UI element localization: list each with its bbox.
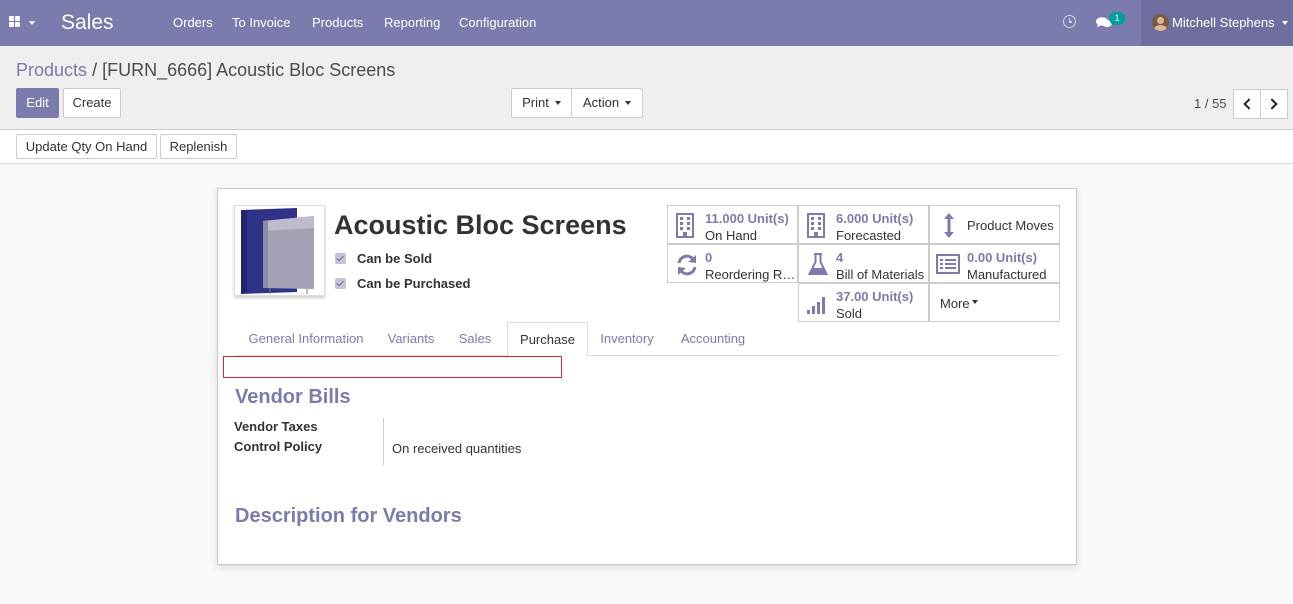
menu-products[interactable]: Products (312, 15, 363, 30)
vendor-bills-title: Vendor Bills (235, 386, 351, 408)
manufactured-value: 0.00 Unit(s) (967, 250, 1038, 265)
building-icon (676, 213, 694, 238)
on-hand-value: 11.000 Unit(s) (705, 211, 789, 226)
menu-configuration[interactable]: Configuration (459, 15, 536, 30)
product-moves-button[interactable]: Product Moves (929, 205, 1060, 244)
product-image[interactable] (234, 205, 325, 296)
vendor-taxes-label: Vendor Taxes (234, 419, 318, 434)
activity-clock-icon[interactable] (1063, 15, 1076, 28)
action-label: Action (582, 95, 620, 110)
breadcrumb-products-link[interactable]: Products (16, 60, 87, 80)
breadcrumb: Products / [FURN_6666] Acoustic Bloc Scr… (16, 60, 395, 81)
tab-sales[interactable]: Sales (446, 322, 504, 356)
pager-next-button[interactable] (1260, 89, 1288, 119)
refresh-icon (677, 254, 697, 276)
action-dropdown[interactable]: Action (571, 88, 643, 118)
print-dropdown[interactable]: Print (511, 88, 572, 118)
reordering-value: 0 (705, 250, 713, 265)
breadcrumb-current: [FURN_6666] Acoustic Bloc Screens (102, 60, 396, 80)
notebook-tabs: General Information Variants Sales Purch… (234, 322, 1060, 357)
vertical-arrows-icon (944, 213, 954, 238)
can-be-sold-checkbox[interactable] (335, 253, 346, 264)
control-policy-field[interactable]: On received quantities (392, 441, 521, 456)
update-qty-on-hand-button[interactable]: Update Qty On Hand (16, 134, 157, 159)
user-menu[interactable]: Mitchell Stephens (1141, 0, 1293, 46)
on-hand-button[interactable]: 11.000 Unit(s) On Hand (667, 205, 798, 244)
user-name: Mitchell Stephens (1172, 15, 1275, 30)
more-label: More (940, 296, 978, 311)
on-hand-label: On Hand (705, 228, 758, 243)
reordering-rules-button[interactable]: 0 Reordering R… (667, 244, 798, 283)
tab-accounting[interactable]: Accounting (666, 322, 760, 356)
pager-value[interactable]: 1 / 55 (1194, 96, 1227, 111)
chevron-down-icon (971, 299, 978, 304)
tab-general-information[interactable]: General Information (236, 322, 376, 356)
list-alt-icon (936, 254, 960, 274)
app-name[interactable]: Sales (61, 11, 114, 35)
form-statusbar: Update Qty On Hand Replenish (0, 130, 1293, 164)
chevron-right-icon (1266, 98, 1278, 110)
bom-label: Bill of Materials (836, 267, 925, 282)
menu-reporting[interactable]: Reporting (384, 15, 440, 30)
sold-button[interactable]: 37.00 Unit(s) Sold (798, 283, 929, 322)
signal-bars-icon (807, 297, 825, 314)
forecasted-value: 6.000 Unit(s) (836, 211, 914, 226)
tab-inventory[interactable]: Inventory (588, 322, 666, 356)
menu-to-invoice[interactable]: To Invoice (232, 15, 291, 30)
flask-icon (808, 253, 828, 275)
sold-label: Sold (836, 306, 863, 321)
chevron-down-icon (625, 100, 632, 105)
forecasted-label: Forecasted (836, 228, 902, 243)
apps-menu-icon[interactable] (9, 16, 39, 30)
bom-value: 4 (836, 250, 844, 265)
reordering-label: Reordering R… (705, 267, 796, 282)
highlight-box (223, 356, 562, 378)
chat-count-badge: 1 (1109, 12, 1125, 25)
chevron-down-icon (554, 100, 561, 105)
control-policy-label: Control Policy (234, 439, 323, 454)
avatar (1152, 14, 1169, 31)
more-dropdown[interactable]: More (929, 283, 1060, 322)
manufactured-label: Manufactured (967, 267, 1047, 282)
product-title: Acoustic Bloc Screens (334, 210, 627, 240)
tab-purchase[interactable]: Purchase (507, 322, 588, 357)
field-divider (383, 418, 384, 465)
edit-button[interactable]: Edit (16, 88, 59, 118)
chevron-down-icon (1282, 21, 1288, 25)
sold-value: 37.00 Unit(s) (836, 289, 914, 304)
can-be-sold-label: Can be Sold (357, 251, 433, 266)
pager-previous-button[interactable] (1233, 89, 1261, 119)
product-moves-label: Product Moves (967, 218, 1054, 233)
manufactured-button[interactable]: 0.00 Unit(s) Manufactured (929, 244, 1060, 283)
replenish-button[interactable]: Replenish (160, 134, 237, 159)
building-icon (807, 213, 825, 238)
bill-of-materials-button[interactable]: 4 Bill of Materials (798, 244, 929, 283)
form-sheet: Acoustic Bloc Screens Can be Sold Can be… (217, 188, 1077, 565)
chevron-left-icon (1243, 98, 1255, 110)
tab-variants[interactable]: Variants (376, 322, 446, 356)
description-for-vendors-title: Description for Vendors (235, 505, 462, 527)
can-be-purchased-label: Can be Purchased (357, 276, 471, 291)
can-be-purchased-checkbox[interactable] (335, 278, 346, 289)
menu-orders[interactable]: Orders (173, 15, 213, 30)
breadcrumb-separator: / (92, 60, 98, 80)
create-button[interactable]: Create (63, 88, 121, 118)
control-panel: Products / [FURN_6666] Acoustic Bloc Scr… (0, 46, 1293, 130)
top-navbar: Sales Orders To Invoice Products Reporti… (0, 0, 1293, 46)
forecasted-button[interactable]: 6.000 Unit(s) Forecasted (798, 205, 929, 244)
product-photo-icon (241, 208, 314, 294)
print-label: Print (522, 95, 549, 110)
